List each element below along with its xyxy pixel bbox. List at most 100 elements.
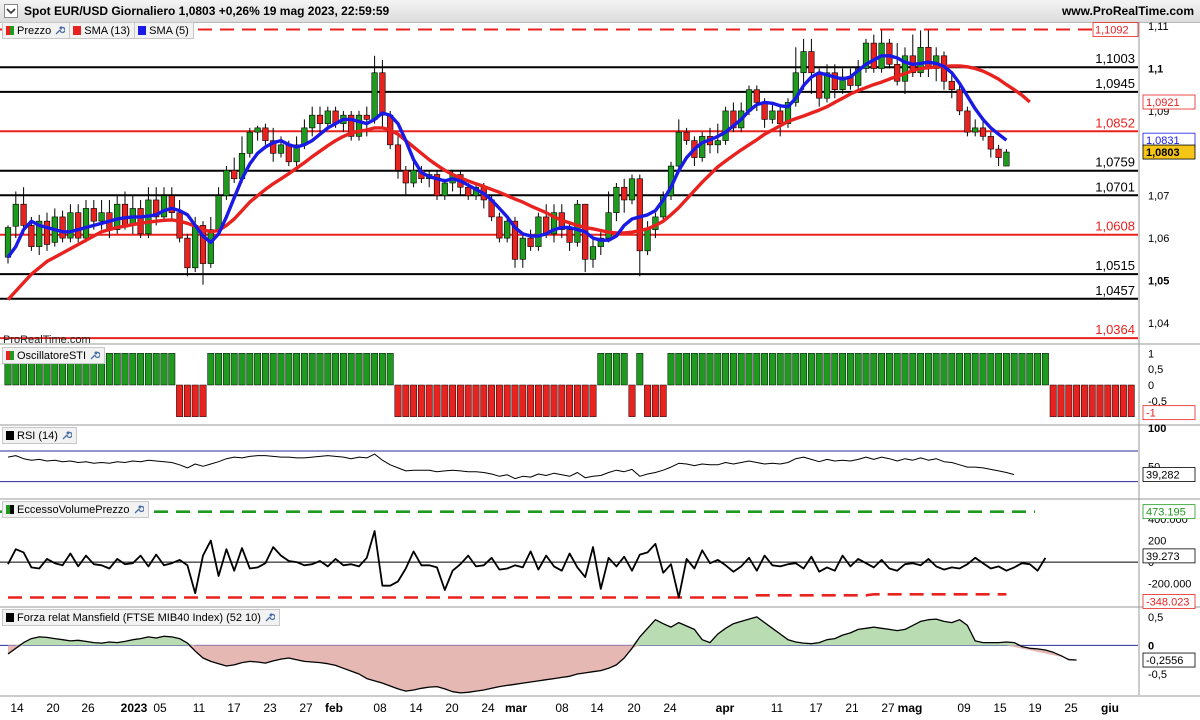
legend-label-sma13: SMA (13) bbox=[84, 24, 131, 37]
sti-bar-up bbox=[901, 353, 909, 386]
sti-bar-up bbox=[784, 353, 792, 386]
candle-down bbox=[566, 229, 573, 243]
candle-down bbox=[379, 72, 386, 116]
legend-item-sti[interactable]: OscillatoreSTI bbox=[3, 348, 104, 363]
sti-bar-up bbox=[683, 353, 691, 386]
sti-bar-down bbox=[1119, 384, 1127, 417]
sti-y-tick: 0 bbox=[1148, 380, 1154, 392]
candle-up bbox=[800, 51, 807, 74]
candle-down bbox=[886, 42, 893, 65]
price-y-tick: 1,05 bbox=[1148, 276, 1169, 288]
wrench-icon[interactable] bbox=[89, 350, 101, 361]
sti-bar-down bbox=[433, 384, 441, 417]
sti-bar-up bbox=[363, 353, 371, 386]
legend-item-rsi[interactable]: RSI (14) bbox=[3, 428, 76, 443]
level-label: 1,0457 bbox=[1095, 283, 1135, 298]
legend-label-volume: EccessoVolumePrezzo bbox=[17, 503, 130, 516]
sti-bar-up bbox=[854, 353, 862, 386]
x-axis-tick: 27 bbox=[299, 701, 313, 715]
watermark: ProRealTime.com bbox=[3, 334, 91, 346]
legend-item-sma5[interactable]: SMA (5) bbox=[135, 23, 193, 38]
candle-up bbox=[215, 195, 222, 230]
candle-down bbox=[465, 186, 472, 197]
sti-bar-up bbox=[215, 353, 223, 386]
sti-bar-up bbox=[924, 353, 932, 386]
brand-url[interactable]: www.ProRealTime.com bbox=[1062, 4, 1194, 18]
sti-bar-down bbox=[644, 384, 652, 417]
price-y-tick: 1,04 bbox=[1148, 318, 1169, 330]
legend-item-sma13[interactable]: SMA (13) bbox=[70, 23, 136, 38]
candle-down bbox=[75, 212, 82, 239]
sti-bar-down bbox=[402, 384, 410, 417]
sti-bar-down bbox=[456, 384, 464, 417]
candle-down bbox=[956, 89, 963, 112]
wrench-icon[interactable] bbox=[264, 612, 275, 623]
x-axis-tick: apr bbox=[716, 701, 735, 715]
candle-down bbox=[394, 144, 402, 171]
wrench-icon[interactable] bbox=[61, 430, 72, 441]
sti-bar-up bbox=[160, 353, 168, 386]
x-axis-tick: 09 bbox=[957, 701, 971, 715]
legend-item-price[interactable]: Prezzo bbox=[3, 23, 71, 38]
wrench-icon[interactable] bbox=[54, 25, 66, 36]
candle-down bbox=[363, 114, 370, 120]
sma13-line bbox=[6, 64, 1031, 301]
wrench-icon[interactable] bbox=[133, 504, 144, 515]
sti-bar-up bbox=[605, 353, 613, 386]
sti-bar-up bbox=[823, 353, 831, 386]
candle-up bbox=[254, 127, 261, 133]
mansfield-legend: Forza relat Mansfield (FTSE MIB40 Index)… bbox=[2, 609, 280, 626]
volume-swatch bbox=[6, 505, 14, 514]
sti-bar-down bbox=[1057, 384, 1065, 417]
legend-item-volume[interactable]: EccessoVolumePrezzo bbox=[3, 502, 148, 517]
sti-bar-up bbox=[815, 353, 823, 386]
sti-bar-up bbox=[246, 353, 254, 386]
candle-up bbox=[589, 246, 597, 260]
candle-up bbox=[67, 212, 74, 239]
price-y-tick: 1,07 bbox=[1148, 191, 1169, 203]
sti-bar-up bbox=[207, 353, 215, 386]
sti-bar-up bbox=[1026, 353, 1034, 386]
x-axis-tick: 19 bbox=[1028, 701, 1042, 715]
sti-bar-up bbox=[261, 353, 269, 386]
legend-label-rsi: RSI (14) bbox=[17, 429, 58, 442]
candle-up bbox=[613, 186, 620, 213]
sti-bar-down bbox=[441, 384, 449, 417]
sti-bar-up bbox=[285, 353, 293, 386]
volume-upper-tag: 473.195 bbox=[1146, 507, 1186, 519]
candle-down bbox=[28, 225, 35, 247]
sti-bar-up bbox=[230, 353, 238, 386]
sti-bar-down bbox=[1104, 384, 1112, 417]
collapse-icon[interactable] bbox=[4, 4, 18, 18]
candle-up bbox=[519, 237, 526, 260]
sti-bar-down bbox=[191, 384, 199, 417]
candle-up bbox=[246, 131, 253, 154]
rsi-swatch bbox=[6, 431, 14, 440]
x-axis-tick: 27 bbox=[881, 701, 895, 715]
sti-y-tick: 0,5 bbox=[1148, 364, 1163, 376]
sti-bar-down bbox=[511, 384, 519, 417]
sti-bar-up bbox=[238, 353, 246, 386]
sti-bar-up bbox=[948, 353, 956, 386]
candle-up bbox=[972, 127, 979, 133]
sti-bar-up bbox=[987, 353, 995, 386]
candle-up bbox=[309, 114, 316, 129]
x-axis-tick: 14 bbox=[409, 701, 423, 715]
level-label: 1,0608 bbox=[1095, 219, 1135, 234]
x-axis-tick: 05 bbox=[153, 701, 167, 715]
sti-bar-up bbox=[597, 353, 605, 386]
sti-bar-up bbox=[737, 353, 745, 386]
sti-bar-down bbox=[1088, 384, 1096, 417]
candle-down bbox=[948, 80, 955, 91]
legend-label-mansfield: Forza relat Mansfield (FTSE MIB40 Index)… bbox=[17, 611, 261, 624]
legend-item-mansfield[interactable]: Forza relat Mansfield (FTSE MIB40 Index)… bbox=[3, 610, 279, 625]
sti-bar-down bbox=[176, 384, 184, 417]
sti-bar-up bbox=[347, 353, 355, 386]
candle-down bbox=[121, 203, 129, 226]
sti-bar-up bbox=[800, 353, 808, 386]
mansfield-swatch bbox=[6, 613, 14, 622]
sti-bar-up bbox=[355, 353, 363, 386]
sti-bar-down bbox=[1073, 384, 1081, 417]
sti-bar-down bbox=[199, 384, 207, 417]
candle-down bbox=[925, 47, 932, 69]
